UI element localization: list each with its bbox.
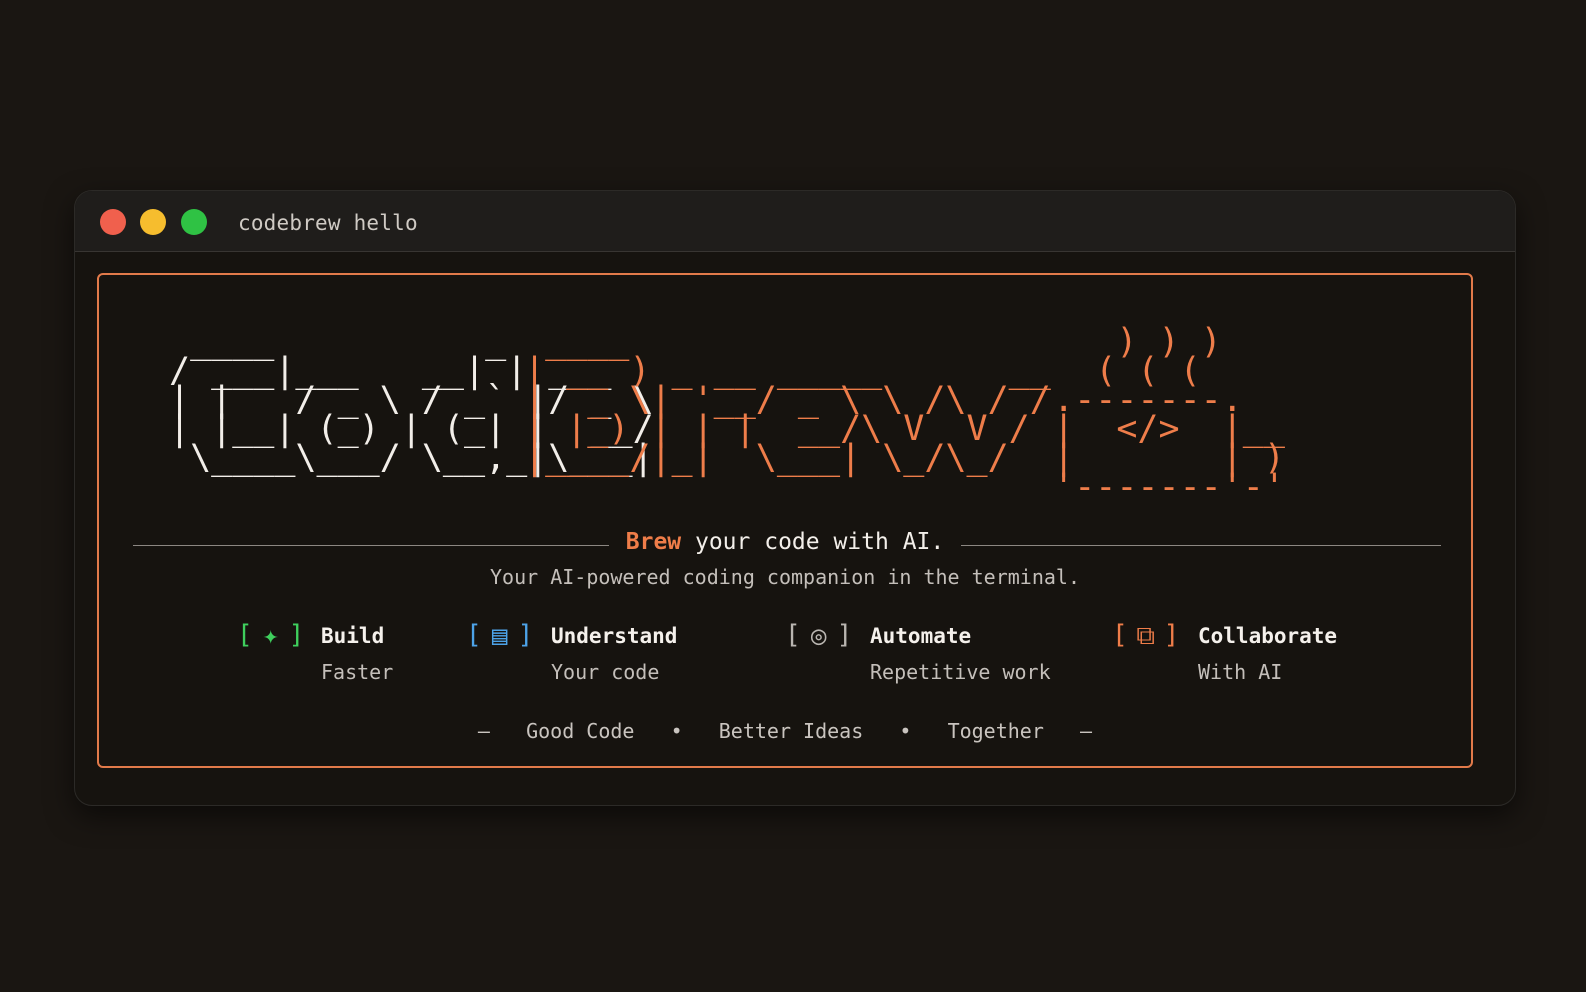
motto-line: – Good Code • Better Ideas • Together – (99, 719, 1471, 743)
tagline-accent: Brew (625, 529, 682, 555)
target-icon: ◎ (810, 620, 827, 651)
title-bar: codebrew hello (75, 191, 1515, 252)
feature-automate-title: Automate (870, 624, 972, 648)
motto-item: Better Ideas (718, 719, 864, 743)
motto-item: Together (947, 719, 1044, 743)
bullet-separator: • (670, 719, 683, 743)
bullet-separator: • (899, 719, 912, 743)
brew-ascii-logo: ____ | __ ) _ __ _____ __ | _ \| '__/ _ … (524, 322, 1051, 478)
terminal-window: codebrew hello ____ _ / ___|___ __| | __… (74, 190, 1516, 806)
maximize-window-button[interactable] (181, 209, 207, 235)
close-window-button[interactable] (100, 209, 126, 235)
coffee-mug-ascii-art: ) ) ) ( ( ( .-------. | </> |__ | | ) '-… (1053, 322, 1285, 507)
document-icon: ▤ (491, 620, 508, 651)
feature-automate-subtitle: Repetitive work (870, 660, 1051, 684)
motto-dash-right: – (1080, 719, 1093, 743)
feature-collaborate-subtitle: With AI (1198, 660, 1283, 684)
motto-item: Good Code (526, 719, 635, 743)
feature-understand-title: Understand (551, 624, 678, 648)
subtitle: Your AI-powered coding companion in the … (489, 565, 1080, 589)
welcome-banner: ____ _ / ___|___ __| | ___ | | / _ \ / _… (97, 273, 1473, 768)
tagline-rest: your code with AI. (681, 529, 945, 555)
tagline: Brew your code with AI. (99, 529, 1471, 555)
minimize-window-button[interactable] (140, 209, 166, 235)
feature-automate-badge: [◎] (785, 620, 853, 651)
feature-build-subtitle: Faster (321, 660, 394, 684)
feature-understand-badge: [▤] (466, 620, 534, 651)
overlap-squares-icon: ⧉ (1136, 620, 1155, 651)
feature-collaborate-badge: [⧉] (1112, 620, 1180, 651)
window-title: codebrew hello (238, 211, 418, 235)
feature-collaborate-title: Collaborate (1198, 624, 1338, 648)
feature-understand-subtitle: Your code (551, 660, 660, 684)
feature-build-badge: [✦] (237, 620, 305, 651)
feature-build-title: Build (321, 624, 385, 648)
motto-dash-left: – (477, 719, 490, 743)
sparkle-icon: ✦ (262, 620, 279, 651)
